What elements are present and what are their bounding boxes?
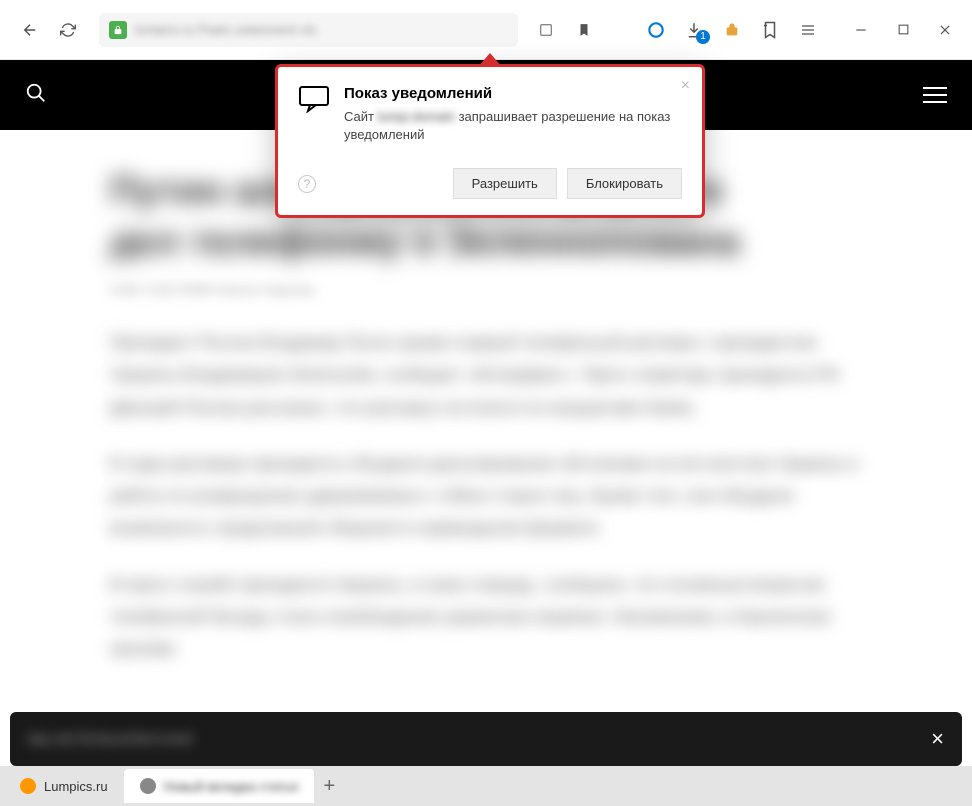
article-content: Путин альтернативном формате дел телефон… [0,130,972,736]
browser-toolbar: lumpics.ru Popis ustanoveni vis 1 [0,0,972,60]
tab-lumpics[interactable]: Lumpics.ru [4,769,124,803]
download-badge: 1 [696,30,710,44]
bookmark-icon[interactable] [572,18,596,42]
popup-title: Показ уведомлений [344,85,682,102]
allow-button[interactable]: Разрешить [453,168,557,199]
article-para-2: В ходе разговора президенты обсудили уре… [110,448,862,545]
menu-icon[interactable] [796,18,820,42]
back-button[interactable] [15,15,45,45]
window-controls [849,18,957,42]
chat-icon [298,85,330,118]
address-bar[interactable]: lumpics.ru Popis ustanoveni vis [99,13,518,47]
tab-active[interactable]: Новый вкладка статья [124,769,315,803]
tab-label: Новый вкладка статья [164,779,299,794]
reader-icon[interactable] [534,18,558,42]
lock-icon [109,21,127,39]
search-icon[interactable] [25,82,47,109]
reload-button[interactable] [53,15,83,45]
maximize-button[interactable] [891,18,915,42]
extension-icon[interactable] [720,18,744,42]
notification-permission-popup: × Показ уведомлений Сайт lumpi.domain за… [275,64,705,218]
tab-favicon [140,778,156,794]
help-icon[interactable]: ? [298,175,316,193]
article-title-2: дел телефонму о Зеленнопована [110,221,862,264]
block-button[interactable]: Блокировать [567,168,682,199]
banner-close-button[interactable]: × [931,726,944,752]
downloads-icon[interactable]: 1 [682,18,706,42]
yandex-icon[interactable] [644,18,668,42]
url-text: lumpics.ru Popis ustanoveni vis [135,22,316,37]
banner-text: МЫ ИСПОЛЬЗУЕМ КУКИ [28,731,193,747]
article-para-3: В пресс-службе президента Украины, в сво… [110,569,862,666]
hamburger-icon[interactable] [923,87,947,103]
minimize-button[interactable] [849,18,873,42]
cookie-banner: МЫ ИСПОЛЬЗУЕМ КУКИ × [10,712,962,766]
toolbar-right: 1 [534,18,957,42]
tab-label: Lumpics.ru [44,779,108,794]
article-meta: Сейс 5.50170990 Николо Нарские [110,282,862,297]
article-para-1: Президент России Владимир Путин провел п… [110,327,862,424]
popup-close-button[interactable]: × [681,77,690,95]
favorites-icon[interactable] [758,18,782,42]
new-tab-button[interactable]: + [314,771,344,801]
tab-bar: Lumpics.ru Новый вкладка статья + [0,766,972,806]
close-button[interactable] [933,18,957,42]
popup-text: Сайт lumpi.domain запрашивает разрешение… [344,108,682,144]
tab-favicon [20,778,36,794]
